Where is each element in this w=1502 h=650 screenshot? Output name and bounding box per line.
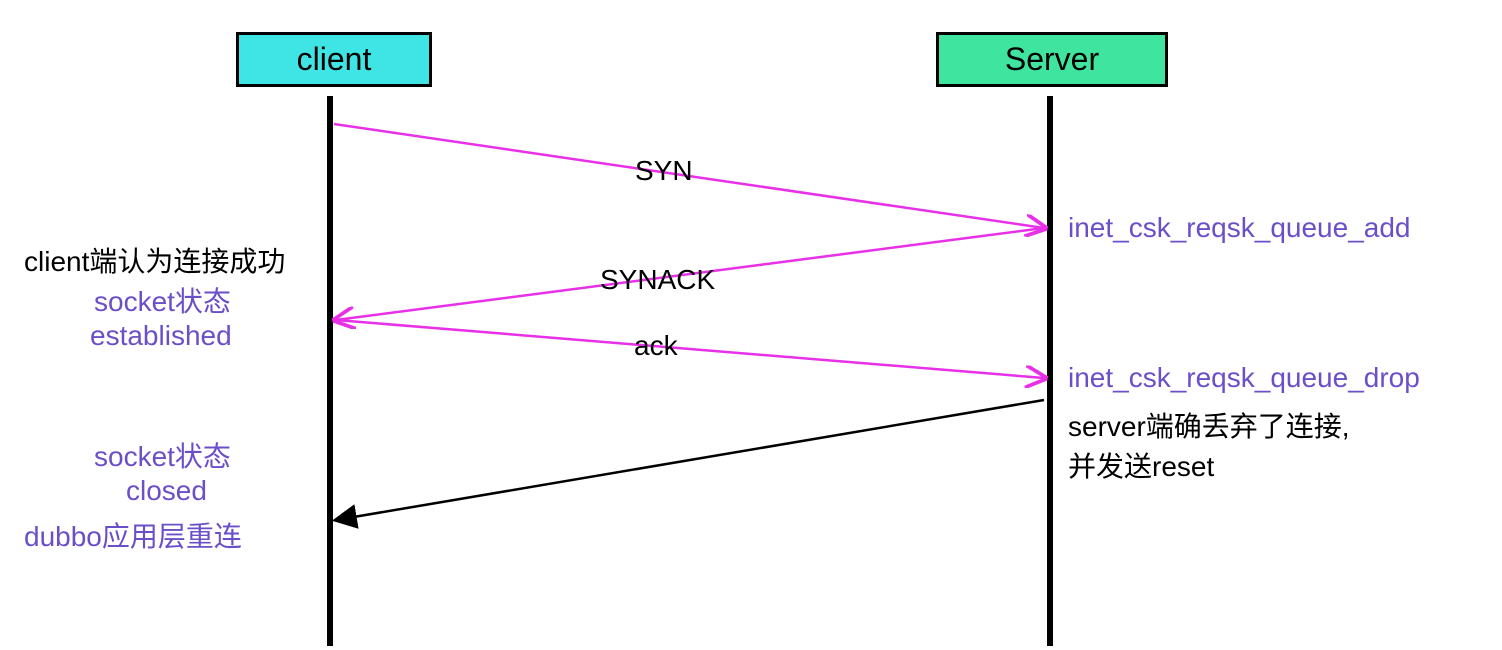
- msg-synack-label: SYNACK: [600, 264, 715, 296]
- lifeline-client: [327, 96, 333, 646]
- annot-socket-est1: socket状态: [94, 280, 231, 320]
- annot-socket-cls1: socket状态: [94, 435, 231, 475]
- annot-server-drop-l2: 并发送reset: [1068, 445, 1214, 485]
- annot-socket-cls2: closed: [126, 475, 207, 507]
- actor-server-label: Server: [1005, 41, 1099, 77]
- arrow-ack: [336, 320, 1044, 378]
- arrow-reset: [336, 400, 1044, 520]
- actor-client-label: client: [297, 41, 372, 77]
- msg-syn-label: SYN: [635, 155, 693, 187]
- annot-queue-drop: inet_csk_reqsk_queue_drop: [1068, 362, 1420, 394]
- annot-socket-est2: established: [90, 320, 232, 352]
- lifeline-server: [1047, 96, 1053, 646]
- annot-client-connected: client端认为连接成功: [24, 240, 285, 280]
- msg-ack-label: ack: [634, 330, 678, 362]
- annot-server-drop-l1: server端确丢弃了连接,: [1068, 405, 1350, 445]
- actor-server: Server: [936, 32, 1168, 87]
- actor-client: client: [236, 32, 432, 87]
- annot-dubbo-reconnect: dubbo应用层重连: [24, 515, 242, 555]
- annot-queue-add: inet_csk_reqsk_queue_add: [1068, 212, 1410, 244]
